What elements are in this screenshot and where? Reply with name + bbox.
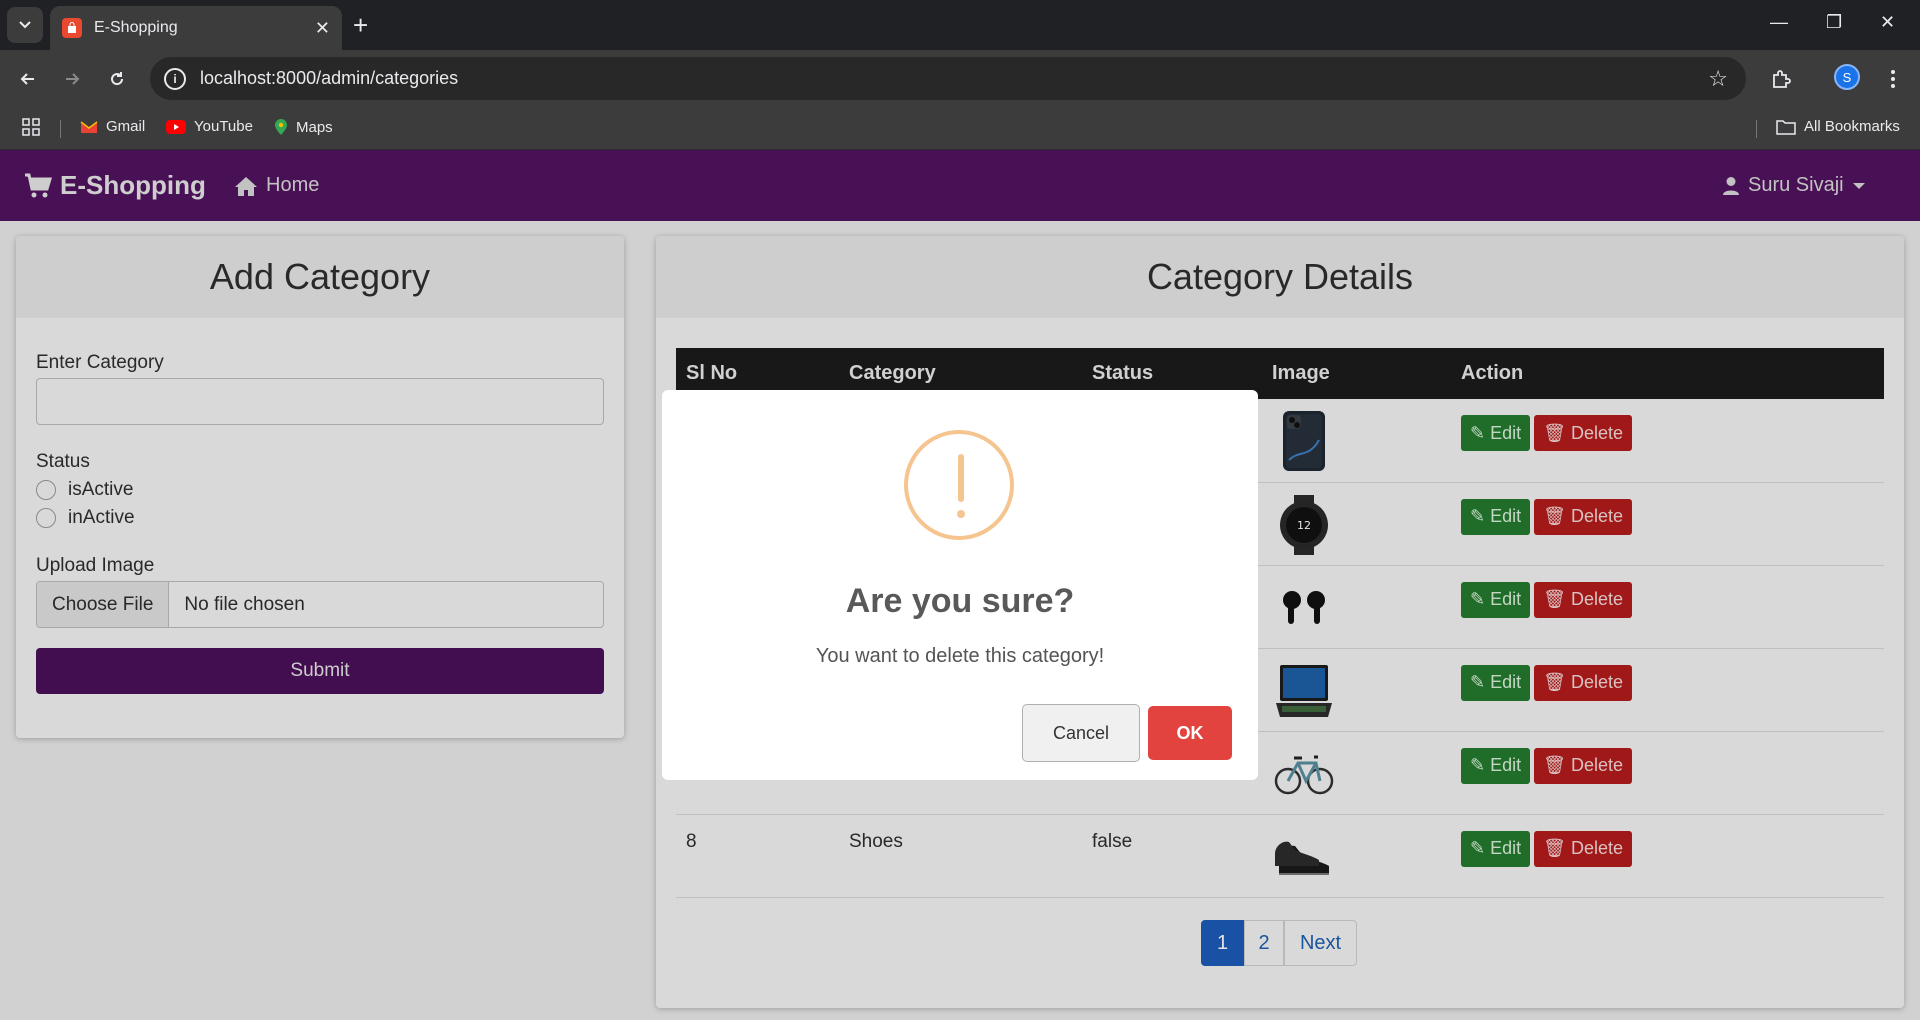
bookmark-label: Gmail [106, 118, 146, 135]
extensions-button[interactable] [1766, 64, 1796, 94]
dialog-title: Are you sure? [845, 582, 1075, 620]
tab-title: E-Shopping [94, 19, 178, 36]
url-text[interactable]: localhost:8000/admin/categories [200, 68, 458, 89]
bookmark-maps[interactable]: Maps [274, 118, 333, 136]
address-bar[interactable]: i localhost:8000/admin/categories ☆ [150, 57, 1746, 100]
profile-avatar[interactable]: S [1834, 64, 1860, 90]
bookmark-gmail[interactable]: Gmail [80, 118, 145, 135]
bookmark-label: YouTube [194, 118, 253, 135]
gmail-icon [80, 120, 98, 133]
confirm-delete-dialog: Are you sure? You want to delete this ca… [662, 390, 1258, 780]
dialog-message: You want to delete this category! [815, 645, 1105, 667]
browser-menu-button[interactable] [1878, 64, 1908, 94]
back-button[interactable] [13, 64, 43, 94]
minimize-icon[interactable]: — [1770, 12, 1788, 33]
kebab-menu-icon [1891, 70, 1895, 88]
youtube-icon [166, 119, 186, 134]
bookmarks-bar: Gmail YouTube Maps All Bookmarks [0, 108, 1920, 150]
bookmark-star-icon[interactable]: ☆ [1708, 66, 1728, 92]
all-bookmarks-button[interactable]: All Bookmarks [1776, 118, 1900, 135]
close-window-icon[interactable]: ✕ [1880, 12, 1895, 33]
warning-icon [904, 430, 1014, 540]
browser-tab[interactable]: E-Shopping ✕ [50, 6, 342, 50]
arrow-left-icon [20, 73, 34, 85]
site-info-icon[interactable]: i [164, 67, 186, 90]
maps-pin-icon [275, 119, 287, 135]
folder-icon [1776, 119, 1796, 135]
reload-icon [111, 72, 124, 86]
browser-tab-bar: E-Shopping ✕ + — ❐ ✕ [0, 0, 1920, 50]
ok-button[interactable]: OK [1148, 706, 1232, 760]
cancel-button[interactable]: Cancel [1022, 704, 1140, 762]
shop-favicon-icon [62, 18, 82, 38]
restore-icon[interactable]: ❐ [1826, 12, 1842, 33]
tab-search-button[interactable] [7, 7, 43, 43]
browser-toolbar: i localhost:8000/admin/categories ☆ S [0, 50, 1920, 108]
reload-button[interactable] [102, 64, 132, 94]
bookmark-divider [1756, 120, 1757, 138]
bookmark-youtube[interactable]: YouTube [166, 118, 253, 135]
tab-close-icon[interactable]: ✕ [315, 18, 330, 39]
apps-icon[interactable] [22, 118, 40, 136]
puzzle-icon [1773, 70, 1791, 88]
chevron-down-icon [19, 21, 31, 29]
bookmark-label: Maps [296, 118, 333, 136]
new-tab-button[interactable]: + [353, 10, 368, 40]
bookmark-divider [60, 120, 61, 138]
arrow-right-icon [66, 73, 80, 85]
forward-button[interactable] [57, 64, 87, 94]
all-bookmarks-label: All Bookmarks [1804, 118, 1900, 135]
